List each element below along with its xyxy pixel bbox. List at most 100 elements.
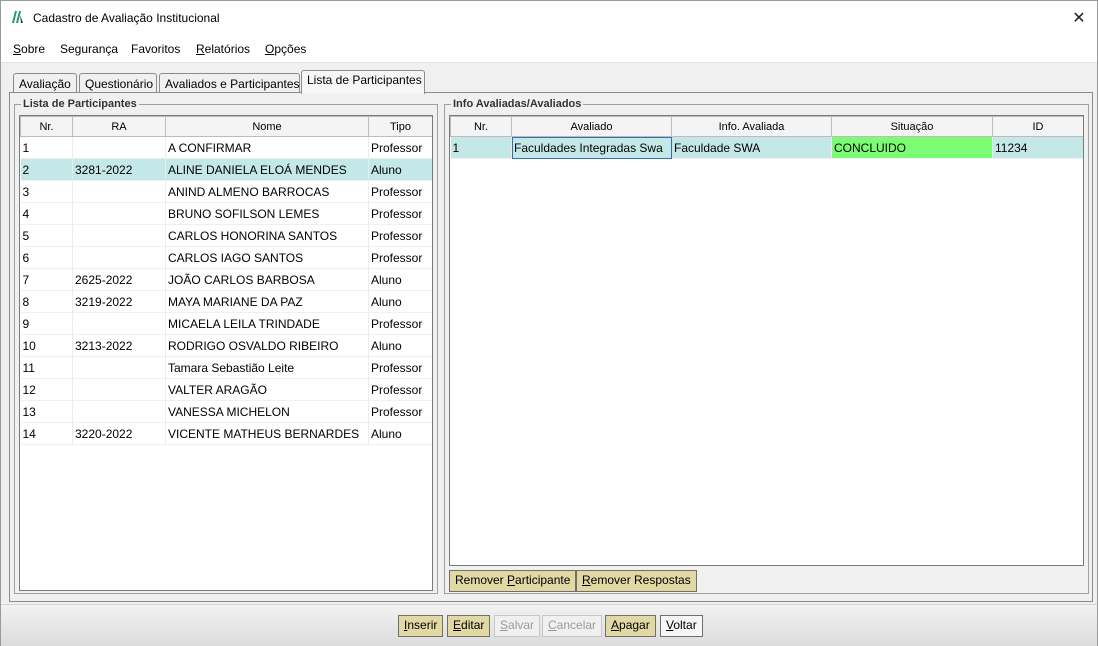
cell-tipo[interactable]: Professor [368, 202, 432, 225]
cell-ra[interactable]: 3281-2022 [72, 158, 166, 181]
cell-nome[interactable]: VANESSA MICHELON [165, 400, 369, 423]
cell-ra[interactable]: 3220-2022 [72, 422, 166, 445]
cell-tipo[interactable]: Professor [368, 378, 432, 401]
cell-ra[interactable] [72, 202, 166, 225]
cell-tipo[interactable]: Aluno [368, 422, 432, 445]
cell-nome[interactable]: CARLOS IAGO SANTOS [165, 246, 369, 269]
close-button[interactable]: ✕ [1061, 1, 1097, 35]
col-header-nr[interactable]: Nr. [450, 116, 512, 137]
cell-nr[interactable]: 1 [20, 136, 73, 159]
cell-ra[interactable]: 2625-2022 [72, 268, 166, 291]
cell-nr[interactable]: 11 [20, 356, 73, 379]
cell-nr[interactable]: 12 [20, 378, 73, 401]
save-button[interactable]: Salvar [494, 615, 541, 637]
table-row[interactable]: 13 VANESSA MICHELON Professor [20, 400, 432, 423]
table-row[interactable]: 5 CARLOS HONORINA SANTOS Professor [20, 224, 432, 247]
cell-ra[interactable]: 3219-2022 [72, 290, 166, 313]
back-button[interactable]: Voltar [660, 615, 703, 637]
table-row[interactable]: 9 MICAELA LEILA TRINDADE Professor [20, 312, 432, 335]
cell-nome[interactable]: ALINE DANIELA ELOÁ MENDES [165, 158, 369, 181]
table-row[interactable]: 11 Tamara Sebastião Leite Professor [20, 356, 432, 379]
col-header-situacao[interactable]: Situação [831, 116, 993, 137]
tab-lista-participantes[interactable]: Lista de Participantes [301, 70, 425, 94]
cell-ra[interactable]: 3213-2022 [72, 334, 166, 357]
menu-relatorios[interactable]: Relatórios [196, 42, 250, 56]
cell-ra[interactable] [72, 400, 166, 423]
cell-ra[interactable] [72, 224, 166, 247]
edit-button[interactable]: Editar [447, 615, 491, 637]
table-row[interactable]: 10 3213-2022 RODRIGO OSVALDO RIBEIRO Aluno [20, 334, 432, 357]
col-header-avaliado[interactable]: Avaliado [511, 116, 672, 137]
cell-nr[interactable]: 14 [20, 422, 73, 445]
cell-nr[interactable]: 5 [20, 224, 73, 247]
participants-grid[interactable]: Nr. RA Nome Tipo 1A CONFIRMAR Professor 2 3… [19, 115, 433, 591]
cell-nr[interactable]: 8 [20, 290, 73, 313]
cell-situacao[interactable]: CONCLUIDO [831, 136, 993, 159]
cell-tipo[interactable]: Aluno [368, 290, 432, 313]
cell-info-avaliada[interactable]: Faculdade SWA [671, 136, 832, 159]
remove-participant-button[interactable]: Remover Participante [449, 570, 577, 592]
cell-nome[interactable]: CARLOS HONORINA SANTOS [165, 224, 369, 247]
cell-ra[interactable] [72, 378, 166, 401]
cell-nr[interactable]: 1 [450, 136, 512, 159]
cell-ra[interactable] [72, 136, 166, 159]
table-row[interactable]: 12 VALTER ARAGÃO Professor [20, 378, 432, 401]
cell-tipo[interactable]: Professor [368, 312, 432, 335]
cell-nr[interactable]: 3 [20, 180, 73, 203]
remove-answers-button[interactable]: Remover Respostas [576, 570, 697, 592]
delete-button[interactable]: Apagar [605, 615, 656, 637]
menu-favoritos[interactable]: Favoritos [131, 42, 180, 56]
cell-tipo[interactable]: Professor [368, 224, 432, 247]
cell-nome[interactable]: ANIND ALMENO BARROCAS [165, 180, 369, 203]
table-row[interactable]: 4 BRUNO SOFILSON LEMES Professor [20, 202, 432, 225]
cell-tipo[interactable]: Professor [368, 246, 432, 269]
cell-nr[interactable]: 6 [20, 246, 73, 269]
tab-avaliacao[interactable]: Avaliação [13, 73, 77, 93]
cell-tipo[interactable]: Aluno [368, 158, 432, 181]
col-header-nome[interactable]: Nome [165, 116, 369, 137]
col-header-info-avaliada[interactable]: Info. Avaliada [671, 116, 832, 137]
table-row[interactable]: 8 3219-2022 MAYA MARIANE DA PAZ Aluno [20, 290, 432, 313]
table-row[interactable]: 2 3281-2022 ALINE DANIELA ELOÁ MENDES Aluno [20, 158, 432, 181]
col-header-nr[interactable]: Nr. [20, 116, 73, 137]
cell-ra[interactable] [72, 356, 166, 379]
table-row[interactable]: 6 CARLOS IAGO SANTOS Professor [20, 246, 432, 269]
col-header-ra[interactable]: RA [72, 116, 166, 137]
menu-sobre[interactable]: Sobre [13, 42, 45, 56]
cell-nr[interactable]: 2 [20, 158, 73, 181]
cell-nr[interactable]: 9 [20, 312, 73, 335]
cell-nr[interactable]: 13 [20, 400, 73, 423]
cell-tipo[interactable]: Aluno [368, 334, 432, 357]
cell-nome[interactable]: VICENTE MATHEUS BERNARDES [165, 422, 369, 445]
menu-seguranca[interactable]: Segurança [60, 42, 118, 56]
cell-ra[interactable] [72, 180, 166, 203]
cell-nome[interactable]: RODRIGO OSVALDO RIBEIRO [165, 334, 369, 357]
col-header-tipo[interactable]: Tipo [368, 116, 432, 137]
cell-tipo[interactable]: Professor [368, 180, 432, 203]
evaluated-grid[interactable]: Nr. Avaliado Info. Avaliada Situação ID … [449, 115, 1084, 566]
table-row[interactable]: 1 Faculdades Integradas Swa Faculdade SWA C… [450, 136, 1083, 159]
tab-questionario[interactable]: Questionário [79, 73, 157, 93]
insert-button[interactable]: Inserir [398, 615, 444, 637]
table-row[interactable]: 7 2625-2022 JOÃO CARLOS BARBOSA Aluno [20, 268, 432, 291]
cell-nome[interactable]: MAYA MARIANE DA PAZ [165, 290, 369, 313]
cancel-button[interactable]: Cancelar [542, 615, 603, 637]
cell-nome[interactable]: BRUNO SOFILSON LEMES [165, 202, 369, 225]
tab-avaliados-participantes[interactable]: Avaliados e Participantes [159, 73, 300, 93]
cell-nome[interactable]: VALTER ARAGÃO [165, 378, 369, 401]
cell-nome[interactable]: A CONFIRMAR [165, 136, 369, 159]
cell-tipo[interactable]: Professor [368, 356, 432, 379]
cell-tipo[interactable]: Professor [368, 136, 432, 159]
table-row[interactable]: 1 A CONFIRMAR Professor [20, 136, 432, 159]
cell-nome[interactable]: Tamara Sebastião Leite [165, 356, 369, 379]
cell-tipo[interactable]: Professor [368, 400, 432, 423]
cell-ra[interactable] [72, 312, 166, 335]
table-row[interactable]: 14 3220-2022 VICENTE MATHEUS BERNARDES Alun… [20, 422, 432, 445]
menu-opcoes[interactable]: Opções [265, 42, 306, 56]
cell-nr[interactable]: 4 [20, 202, 73, 225]
cell-nome[interactable]: JOÃO CARLOS BARBOSA [165, 268, 369, 291]
cell-id[interactable]: 11234 [992, 136, 1083, 159]
cell-avaliado[interactable]: Faculdades Integradas Swa [511, 136, 672, 159]
cell-nr[interactable]: 7 [20, 268, 73, 291]
col-header-id[interactable]: ID [992, 116, 1083, 137]
